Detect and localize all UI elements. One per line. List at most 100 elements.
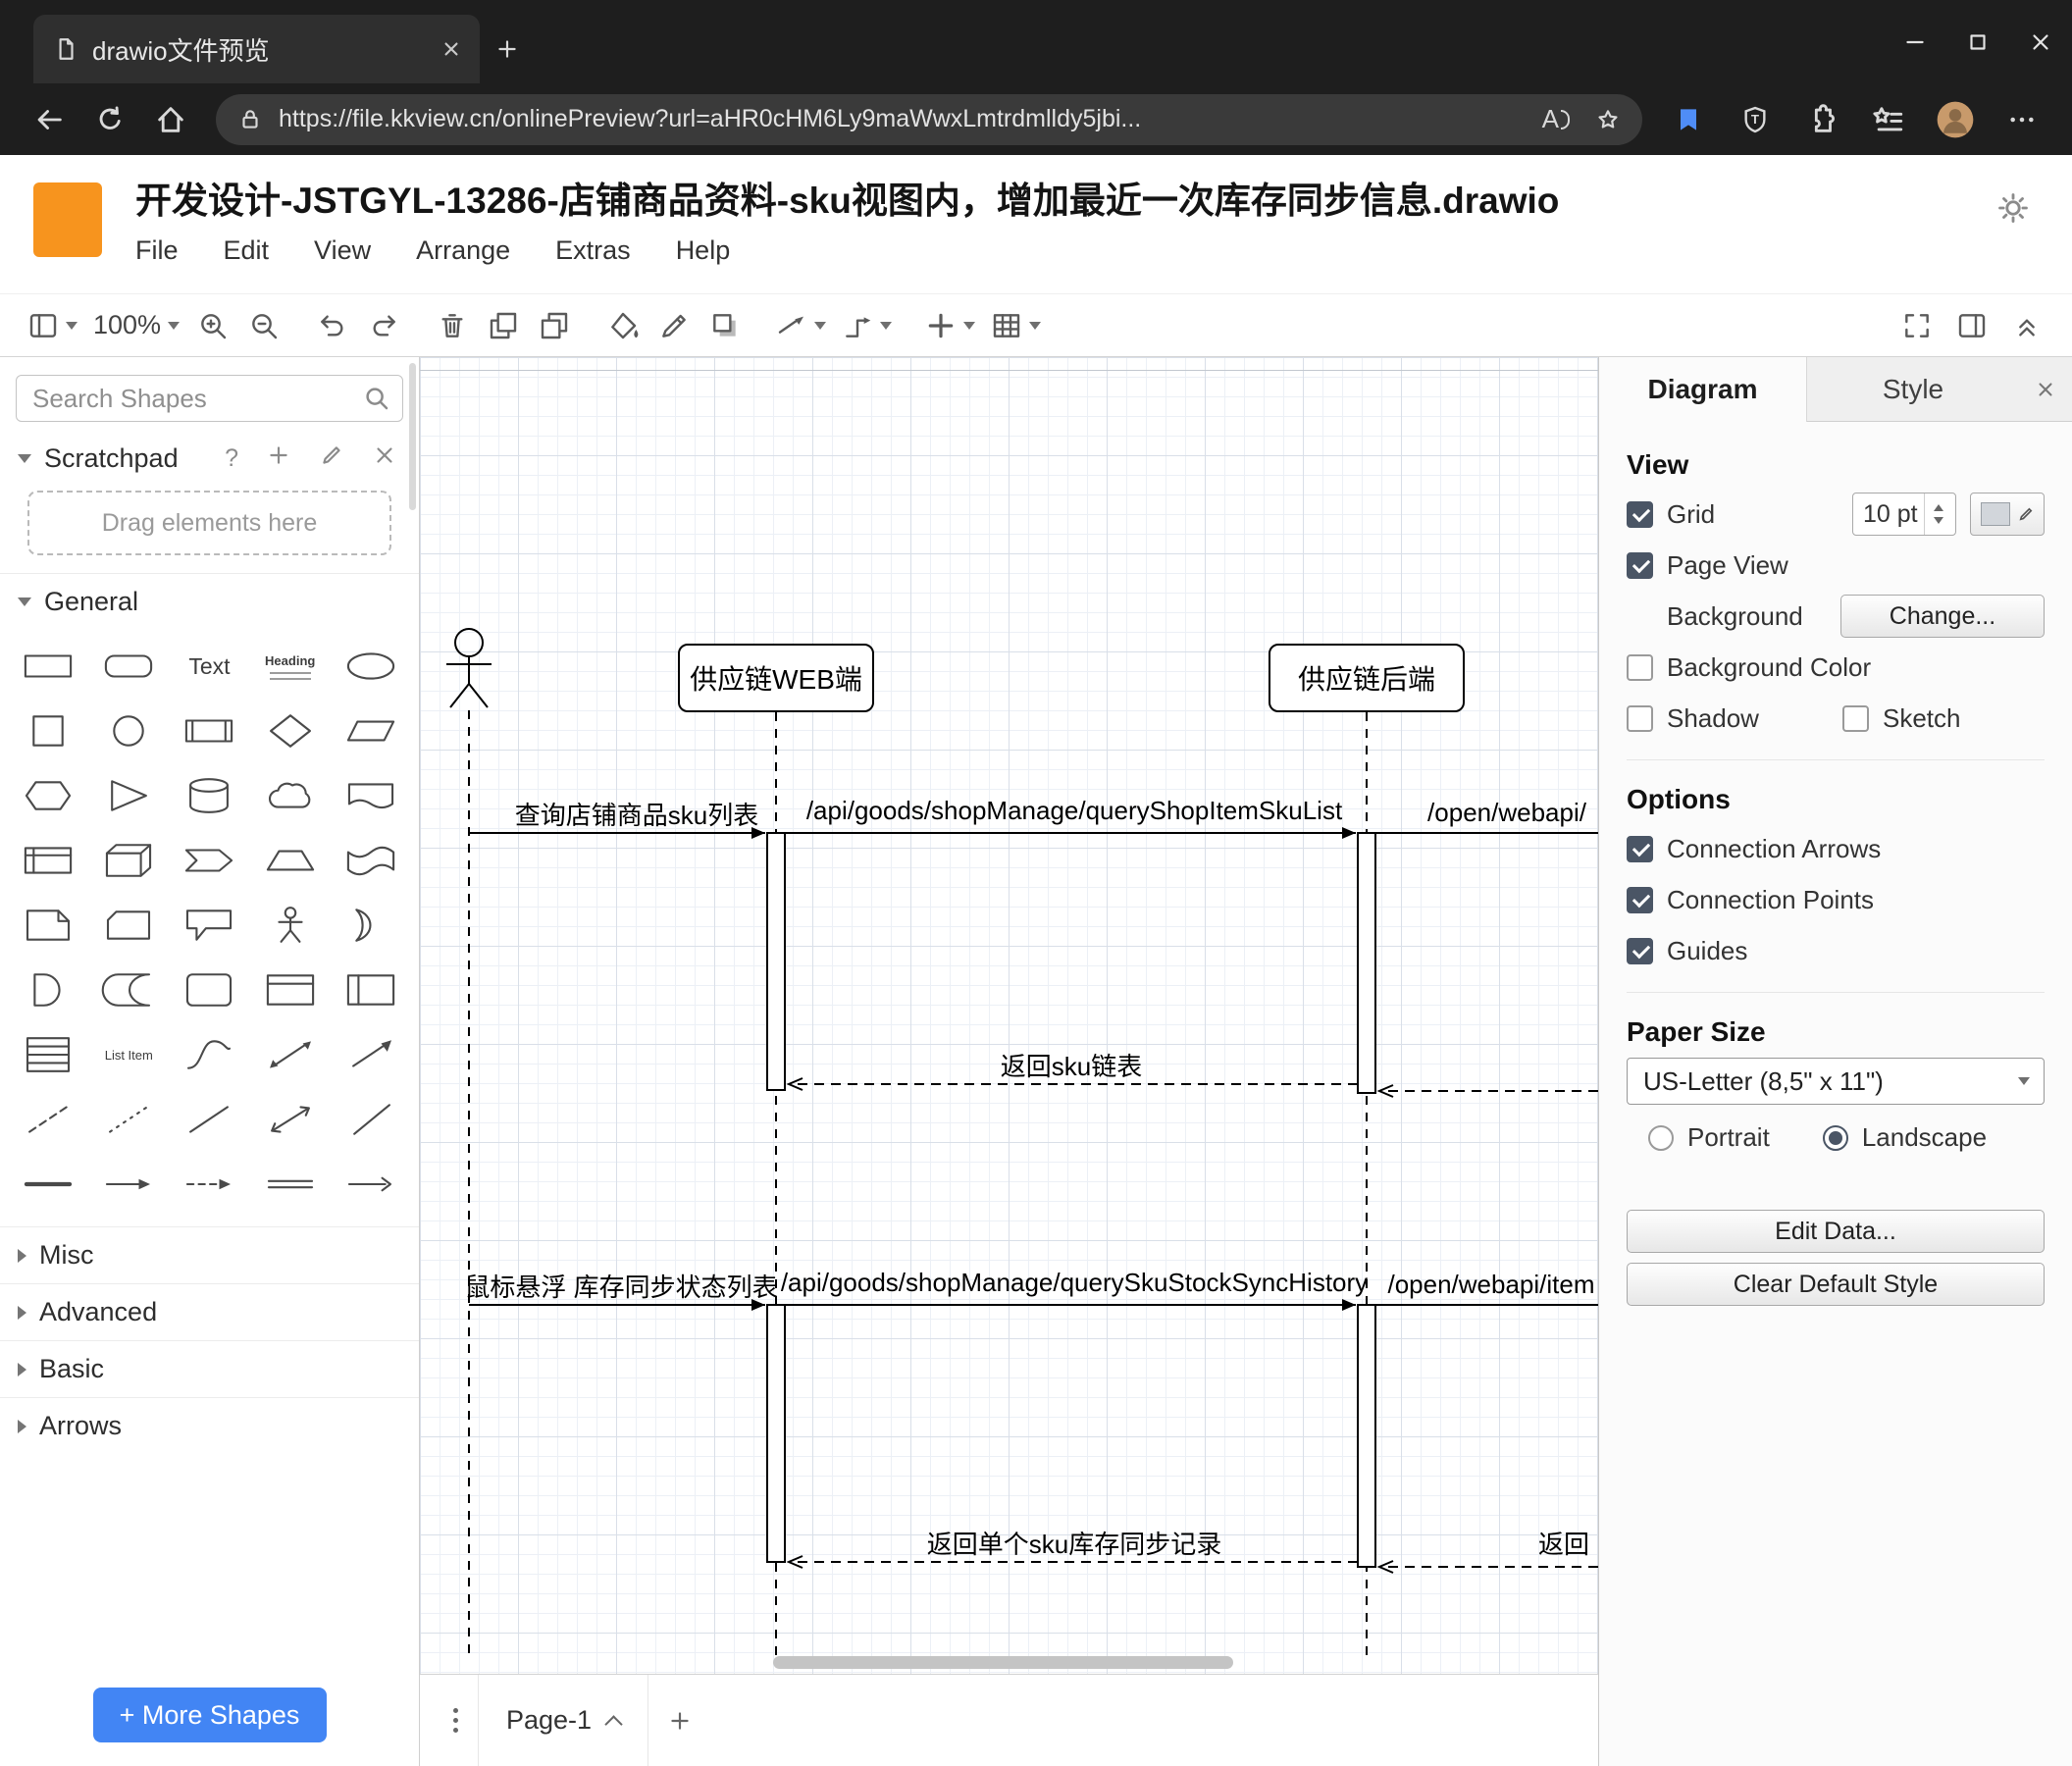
lifeline-box-backend[interactable]: 供应链后端 [1269,644,1465,712]
shape-step[interactable] [169,828,249,893]
guides-checkbox[interactable] [1627,937,1653,964]
section-basic[interactable]: Basic [0,1340,419,1397]
table-button[interactable] [987,302,1045,349]
shape-horizontal-line[interactable] [8,1152,88,1217]
shape-note[interactable] [8,893,88,958]
to-front-button[interactable] [482,302,525,349]
grid-size-value[interactable] [1853,499,1924,529]
shape-double-arrow[interactable] [250,1087,331,1152]
more-options-icon[interactable] [1994,92,2050,147]
tab-close-icon[interactable] [439,36,464,62]
grid-size-stepper[interactable] [1924,493,1951,535]
add-page-button[interactable] [648,1675,711,1766]
message-label[interactable]: 鼠标悬浮 库存同步状态列表 [464,1268,777,1304]
shape-card[interactable] [88,893,169,958]
menu-view[interactable]: View [314,235,371,266]
scratchpad-dropzone[interactable]: Drag elements here [27,491,391,555]
pages-menu-icon[interactable] [434,1675,478,1766]
theme-toggle-icon[interactable] [1990,184,2037,232]
browser-tab[interactable]: drawio文件预览 [33,15,480,83]
background-color-checkbox[interactable] [1627,653,1653,681]
shape-dashed-edge[interactable] [169,1152,249,1217]
connection-arrows-checkbox[interactable] [1627,835,1653,862]
waypoint-style-button[interactable] [838,302,896,349]
menu-help[interactable]: Help [676,235,731,266]
diagram-canvas[interactable]: 供应链WEB端 供应链后端 查询店铺商品sku列表 /api/goods/sho… [420,357,1598,1674]
to-back-button[interactable] [533,302,576,349]
fill-color-button[interactable] [601,302,645,349]
lifeline-box-web[interactable]: 供应链WEB端 [678,644,874,712]
sketch-checkbox[interactable] [1842,704,1869,732]
search-shapes-input[interactable] [16,375,403,422]
shape-list[interactable] [8,1022,88,1087]
connection-points-checkbox[interactable] [1627,886,1653,913]
shape-container[interactable] [169,958,249,1022]
connection-style-button[interactable] [772,302,830,349]
grid-size-input[interactable] [1852,493,1956,536]
zoom-in-button[interactable] [191,302,234,349]
menu-edit[interactable]: Edit [224,235,270,266]
zoom-select-button[interactable]: 100% [89,302,183,349]
shape-square[interactable] [8,699,88,763]
message-label[interactable]: /api/goods/shopManage/queryShopItemSkuLi… [806,796,1342,826]
shape-cylinder[interactable] [169,763,249,828]
tab-diagram[interactable]: Diagram [1599,357,1807,422]
collapse-expand-button[interactable] [2005,302,2048,349]
page-tab[interactable]: Page-1 [478,1675,649,1766]
view-layout-button[interactable] [24,302,81,349]
shape-internal-storage[interactable] [8,828,88,893]
page-view-checkbox[interactable] [1627,551,1653,579]
grid-color-button[interactable] [1970,493,2045,536]
maximize-button[interactable] [1946,0,2009,83]
clear-default-style-button[interactable]: Clear Default Style [1627,1263,2045,1306]
tab-style[interactable]: Style [1807,357,2019,422]
scratchpad-edit-icon[interactable] [319,442,344,475]
paper-size-select[interactable]: US-Letter (8,5" x 11") [1627,1058,2045,1105]
shield-extension-icon[interactable]: T [1727,92,1784,147]
shadow-button[interactable] [703,302,747,349]
shape-diamond[interactable] [250,699,331,763]
horizontal-scrollbar[interactable] [773,1656,1233,1669]
redo-button[interactable] [362,302,405,349]
shape-dotted-line[interactable] [88,1087,169,1152]
home-button[interactable] [143,92,198,147]
back-button[interactable] [22,92,77,147]
insert-button[interactable] [921,302,979,349]
message-label[interactable]: 查询店铺商品sku列表 [515,796,758,832]
read-aloud-icon[interactable]: A [1532,104,1580,134]
scratchpad-close-icon[interactable] [372,442,397,475]
scratchpad-help-icon[interactable]: ? [225,444,238,473]
address-bar[interactable]: https://file.kkview.cn/onlinePreview?url… [216,93,1642,145]
section-advanced[interactable]: Advanced [0,1283,419,1340]
more-shapes-button[interactable]: + More Shapes [92,1688,327,1742]
shape-hexagon[interactable] [8,763,88,828]
message-label[interactable]: /open/webapi/ [1427,798,1586,828]
menu-arrange[interactable]: Arrange [416,235,510,266]
shape-triangle[interactable] [88,763,169,828]
portrait-radio[interactable] [1648,1124,1674,1151]
menu-file[interactable]: File [135,235,179,266]
shape-link-edge[interactable] [250,1152,331,1217]
shape-cube[interactable] [88,828,169,893]
shape-text[interactable]: Text [169,634,249,699]
message-label[interactable]: 返回单个sku库存同步记录 [927,1525,1221,1561]
shape-parallelogram[interactable] [331,699,411,763]
shape-rounded-rectangle[interactable] [88,634,169,699]
shape-document[interactable] [331,763,411,828]
extensions-puzzle-icon[interactable] [1793,92,1850,147]
shape-data-storage[interactable] [88,958,169,1022]
shape-curve[interactable] [169,1022,249,1087]
message-label[interactable]: 返回sku链表 [1001,1047,1142,1083]
shadow-checkbox[interactable] [1627,704,1653,732]
refresh-button[interactable] [82,92,137,147]
shape-actor[interactable] [250,893,331,958]
shape-heading[interactable]: Heading [250,634,331,699]
shape-arrow[interactable] [331,1022,411,1087]
close-window-button[interactable] [2009,0,2072,83]
shape-trapezoid[interactable] [250,828,331,893]
shape-rectangle[interactable] [8,634,88,699]
shape-arrow-edge[interactable] [88,1152,169,1217]
section-arrows[interactable]: Arrows [0,1397,419,1454]
shape-line[interactable] [169,1087,249,1152]
menu-extras[interactable]: Extras [555,235,631,266]
